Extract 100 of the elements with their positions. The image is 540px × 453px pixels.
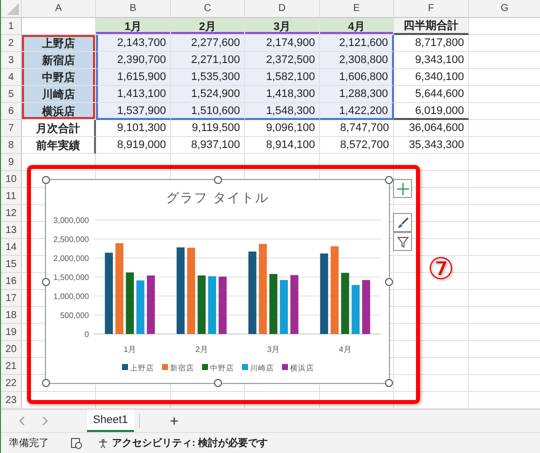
resize-handle[interactable]	[214, 176, 222, 184]
row-header[interactable]: 14	[1, 239, 22, 256]
table-cell: 月次合計	[22, 120, 96, 137]
table-cell: 9,096,100	[245, 120, 320, 137]
accessibility-status[interactable]: アクセシビリティ: 検討が必要です	[112, 436, 268, 450]
table-cell: 9,119,500	[171, 120, 245, 137]
row-header[interactable]: 23	[1, 392, 22, 409]
status-text: 準備完了	[9, 436, 49, 450]
table-cell: 8,919,000	[96, 137, 171, 154]
row-header[interactable]: 6	[1, 103, 22, 120]
table-cell: 1,582,100	[245, 69, 320, 86]
row-header[interactable]: 20	[1, 341, 22, 358]
table-cell: 中野店	[22, 69, 96, 86]
table-cell: 2,277,600	[171, 35, 245, 52]
accessibility-icon[interactable]	[98, 438, 109, 448]
axis-label: 3,000,000	[53, 216, 89, 225]
table-cell: 横浜店	[22, 103, 96, 120]
chart-title[interactable]: グラフ タイトル	[166, 190, 269, 205]
chevron-right-icon[interactable]	[41, 416, 49, 426]
row-header[interactable]: 19	[1, 324, 22, 341]
row-header[interactable]: 8	[1, 137, 22, 154]
row-header[interactable]: 5	[1, 86, 22, 103]
bar	[208, 276, 216, 334]
bar	[198, 275, 206, 334]
table-cell: 1,288,300	[320, 86, 394, 103]
row-header[interactable]: 17	[1, 290, 22, 307]
step-number: ⑦	[426, 254, 456, 286]
chevron-left-icon[interactable]	[18, 416, 26, 426]
table-cell: 前年実績	[22, 137, 96, 154]
bar	[218, 276, 227, 334]
style-button[interactable]	[393, 213, 412, 232]
resize-handle[interactable]	[385, 379, 393, 387]
row-header[interactable]: 21	[1, 358, 22, 375]
bar	[362, 280, 370, 334]
table-cell: 8,914,100	[245, 137, 320, 154]
row-header[interactable]: 1	[1, 18, 22, 35]
axis-label: 0	[84, 330, 89, 339]
table-cell: 2,174,900	[245, 35, 320, 52]
row-header[interactable]: 11	[1, 188, 22, 205]
column-header[interactable]: E	[320, 0, 394, 18]
table-cell: 36,064,600	[394, 120, 469, 137]
column-header[interactable]: B	[96, 0, 171, 18]
table-cell: 1,413,100	[96, 86, 171, 103]
axis-label: 1,500,000	[53, 273, 89, 282]
brush-icon	[396, 216, 408, 228]
row-header[interactable]: 15	[1, 256, 22, 273]
resize-handle[interactable]	[42, 176, 50, 184]
table-cell: 9,343,100	[394, 52, 469, 69]
row-header[interactable]: 12	[1, 205, 22, 222]
table-cell: 1,615,900	[96, 69, 171, 86]
resize-handle[interactable]	[385, 176, 393, 184]
row-header[interactable]: 22	[1, 375, 22, 392]
column-header[interactable]: A	[22, 0, 96, 18]
row-header[interactable]: 10	[1, 171, 22, 188]
table-cell: 1,606,800	[320, 69, 394, 86]
axis-label: 1月	[124, 345, 136, 354]
bar	[280, 280, 288, 334]
column-header[interactable]: D	[245, 0, 320, 18]
filter-button[interactable]	[393, 232, 412, 251]
table-cell: 1,418,300	[245, 86, 320, 103]
table-cell: 2,143,700	[96, 35, 171, 52]
table-cell: 3月	[245, 18, 320, 35]
row-header[interactable]: 9	[1, 154, 22, 171]
table-cell: 4月	[320, 18, 394, 35]
row-header[interactable]: 13	[1, 222, 22, 239]
row-header[interactable]: 16	[1, 273, 22, 290]
bar	[352, 284, 360, 334]
row-header[interactable]: 4	[1, 69, 22, 86]
table-cell: 8,747,700	[320, 120, 394, 137]
column-header[interactable]: C	[171, 0, 245, 18]
macro-record-icon[interactable]	[71, 438, 82, 448]
bar	[269, 274, 278, 334]
table-cell: 5,644,600	[394, 86, 469, 103]
axis-label: 2,500,000	[53, 235, 89, 244]
table-cell: 1,524,900	[171, 86, 245, 103]
resize-handle[interactable]	[42, 379, 50, 387]
resize-handle[interactable]	[42, 278, 50, 286]
row-header[interactable]: 18	[1, 307, 22, 324]
bar	[126, 272, 134, 334]
table-cell: 8,717,800	[394, 35, 469, 52]
bar	[136, 280, 144, 334]
axis-label: 4月	[338, 345, 352, 354]
table-cell: 2,372,500	[245, 52, 320, 69]
filter-icon	[396, 236, 408, 248]
column-header[interactable]: G	[469, 0, 540, 18]
table-cell: 1,548,300	[245, 103, 320, 120]
column-header[interactable]: F	[394, 0, 469, 18]
row-header[interactable]: 3	[1, 52, 22, 69]
table-cell: 1月	[96, 18, 171, 35]
row-header[interactable]: 2	[1, 35, 22, 52]
add-sheet-button[interactable]: +	[170, 412, 179, 430]
table-cell: 2,390,700	[96, 52, 171, 69]
sheet-tab[interactable]: Sheet1	[87, 410, 134, 432]
table-cell: 1,422,200	[320, 103, 394, 120]
table-cell: 6,340,100	[394, 69, 469, 86]
table-cell: 6,019,000	[394, 103, 469, 120]
axis-label: 2,000,000	[53, 254, 89, 263]
add-element-button[interactable]	[393, 179, 412, 198]
table-cell: 1,535,300	[171, 69, 245, 86]
row-header[interactable]: 7	[1, 120, 22, 137]
